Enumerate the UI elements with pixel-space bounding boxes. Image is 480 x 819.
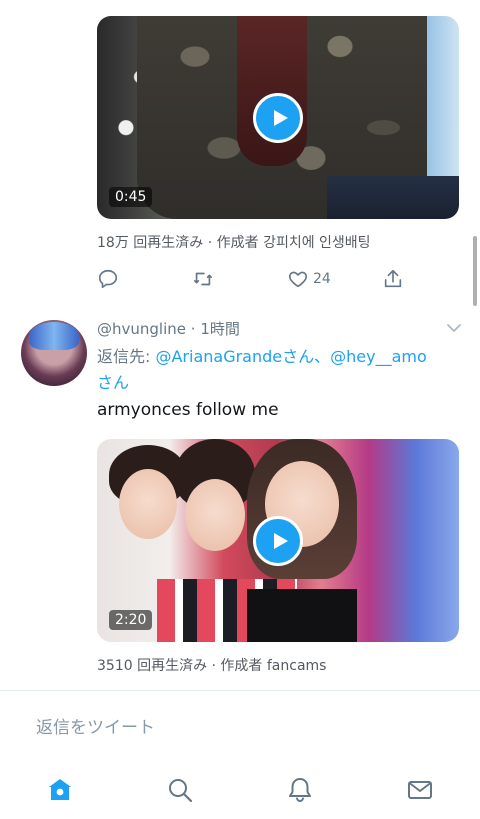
chevron-down-icon[interactable] [446, 320, 462, 336]
mention-link-1[interactable]: @ArianaGrande [155, 347, 282, 366]
reply-prefix: 返信先: [97, 347, 156, 366]
video-duration: 2:20 [109, 610, 153, 630]
video-frame-shirt [237, 16, 307, 166]
tweet-time[interactable]: 1時間 [200, 320, 240, 338]
mention-link-2[interactable]: @hey__amo [330, 347, 427, 366]
heart-icon [288, 271, 308, 288]
tweet1-view-meta: 18万 回再生済み · 作成者 강피치에 인생배팅 [97, 235, 371, 251]
video-duration: 0:45 [109, 187, 153, 207]
like-count: 24 [313, 271, 331, 287]
like-button[interactable]: 24 [287, 268, 331, 290]
mention-joiner: さん、 [282, 347, 331, 366]
bottom-nav [0, 760, 480, 819]
timeline-screen: 0:45 18万 回再生済み · 作成者 강피치에 인생배팅 24 @hvung… [0, 0, 480, 819]
divider [0, 690, 480, 691]
tweet1-video[interactable]: 0:45 [97, 16, 459, 219]
scrollbar[interactable] [473, 236, 477, 306]
reply-icon [98, 269, 118, 289]
tweet-text: armyonces follow me [97, 400, 279, 420]
play-icon [274, 110, 288, 126]
messages-icon [408, 781, 432, 799]
nav-notifications[interactable] [284, 774, 316, 806]
replying-to: 返信先: @ArianaGrandeさん、@hey__amo さん [97, 344, 462, 396]
retweet-icon [193, 272, 213, 286]
tweet2-header: @hvungline · 1時間 [97, 318, 240, 339]
notifications-icon [289, 778, 311, 803]
nav-search[interactable] [164, 774, 196, 806]
nav-messages[interactable] [404, 774, 436, 806]
share-icon [384, 269, 402, 288]
tweet1-action-bar: 24 [97, 268, 407, 296]
avatar-hair [29, 322, 79, 350]
home-icon [49, 779, 71, 800]
video-frame-face-1 [119, 469, 177, 539]
play-icon [274, 533, 288, 549]
video-frame-face-2 [185, 479, 245, 551]
nav-home[interactable] [44, 774, 76, 806]
share-button[interactable] [382, 268, 408, 290]
reply-button[interactable] [97, 268, 123, 290]
play-button[interactable] [253, 516, 303, 566]
dot-separator: · [186, 320, 201, 338]
tweet2-view-meta: 3510 回再生済み · 作成者 fancams [97, 658, 327, 674]
avatar[interactable] [21, 320, 87, 386]
retweet-button[interactable] [192, 268, 218, 290]
play-button[interactable] [253, 93, 303, 143]
reply-tweet-input[interactable]: 返信をツイート [36, 713, 155, 738]
mention-suffix: さん [97, 373, 130, 392]
user-handle[interactable]: @hvungline [97, 320, 186, 338]
tweet2-video[interactable]: 2:20 [97, 439, 459, 642]
search-icon [169, 779, 193, 803]
video-frame-stand [327, 176, 459, 219]
video-frame-dress [247, 589, 357, 642]
